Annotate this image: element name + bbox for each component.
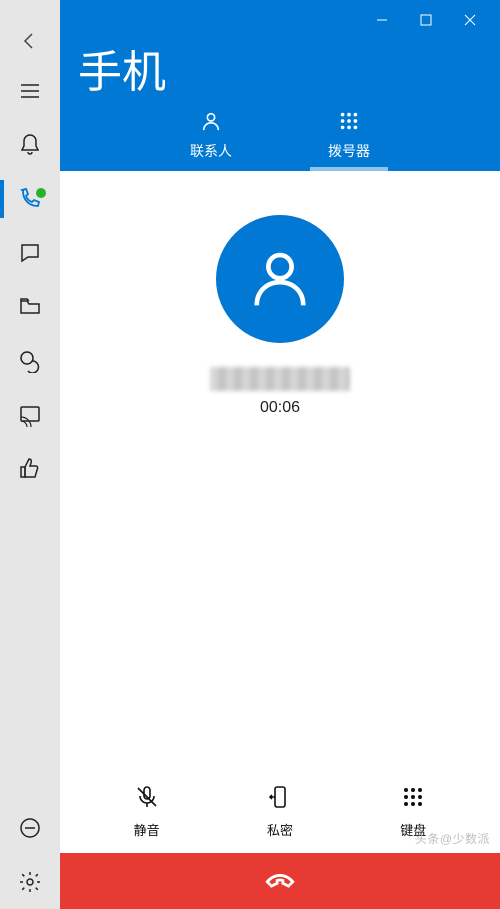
tab-dialer-label: 拨号器 <box>328 141 370 161</box>
files-nav[interactable] <box>0 280 60 334</box>
maximize-button[interactable] <box>404 6 448 34</box>
header: 手机 联系人 拨号器 <box>60 0 500 171</box>
chat-nav[interactable] <box>0 334 60 388</box>
contacts-icon <box>200 110 222 137</box>
mute-button[interactable]: 静音 <box>97 785 197 839</box>
person-icon <box>249 246 311 313</box>
presence-indicator <box>36 188 46 198</box>
tab-dialer[interactable]: 拨号器 <box>310 110 388 171</box>
tab-contacts-label: 联系人 <box>190 141 232 161</box>
keypad-icon <box>401 785 425 814</box>
private-button[interactable]: 私密 <box>230 785 330 839</box>
messages-nav[interactable] <box>0 226 60 280</box>
mute-icon <box>135 785 159 814</box>
menu-button[interactable] <box>0 64 60 118</box>
settings-button[interactable] <box>0 855 60 909</box>
close-button[interactable] <box>448 6 492 34</box>
cast-nav[interactable] <box>0 388 60 442</box>
private-label: 私密 <box>267 820 293 839</box>
private-icon <box>268 785 292 814</box>
window-controls <box>60 6 500 34</box>
sidebar <box>0 0 60 909</box>
call-timer: 00:06 <box>260 399 300 417</box>
tab-bar: 联系人 拨号器 <box>60 110 500 171</box>
back-button[interactable] <box>0 18 60 64</box>
call-area: 00:06 <box>60 171 500 785</box>
do-not-disturb-button[interactable] <box>0 801 60 855</box>
hangup-icon <box>263 862 297 901</box>
mute-label: 静音 <box>134 820 160 839</box>
dialpad-icon <box>338 110 360 137</box>
main-panel: 手机 联系人 拨号器 00:06 <box>60 0 500 909</box>
like-nav[interactable] <box>0 442 60 496</box>
minimize-button[interactable] <box>360 6 404 34</box>
hangup-button[interactable] <box>60 853 500 909</box>
tab-contacts[interactable]: 联系人 <box>172 110 250 171</box>
contact-avatar <box>216 215 344 343</box>
page-title: 手机 <box>60 34 500 110</box>
phone-nav[interactable] <box>0 172 60 226</box>
notifications-button[interactable] <box>0 118 60 172</box>
watermark: 头条@少数派 <box>415 830 490 847</box>
contact-name-redacted <box>210 367 350 391</box>
